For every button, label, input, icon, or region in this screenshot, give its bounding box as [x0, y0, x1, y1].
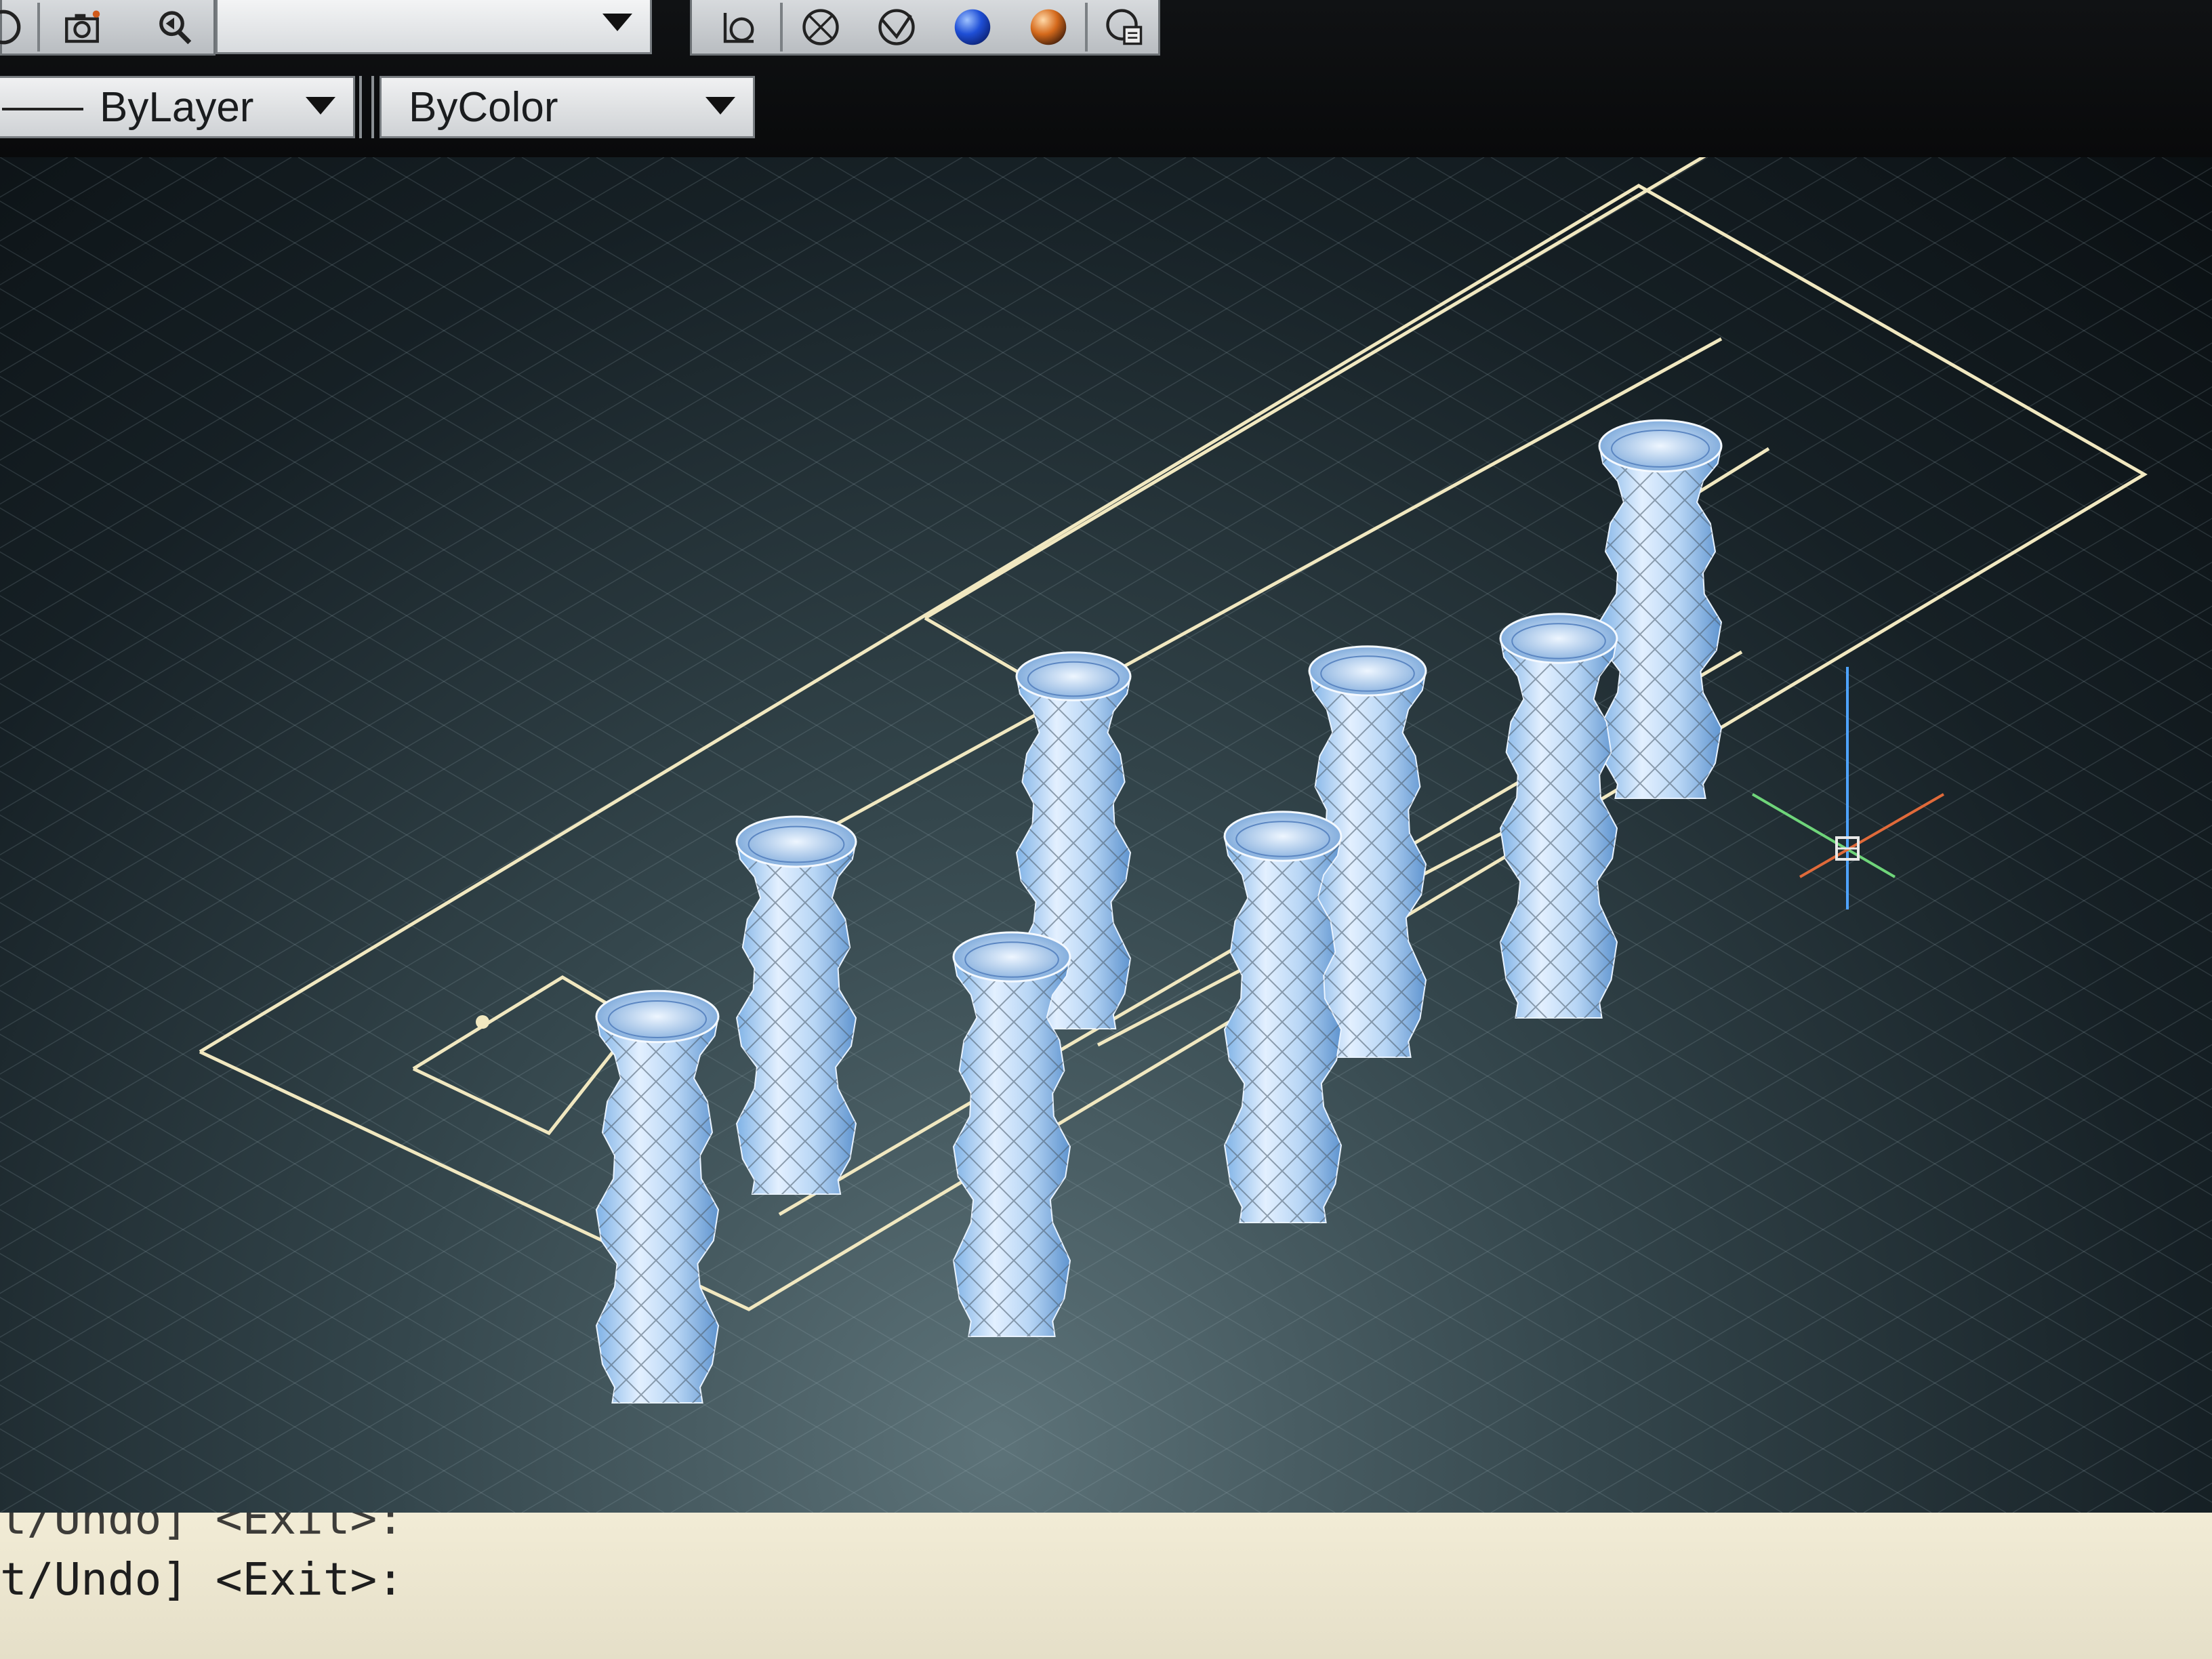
orbit-icon[interactable] — [0, 3, 30, 52]
grid-line — [2161, 1482, 2212, 1513]
linetype-dropdown[interactable]: ByLayer — [0, 76, 355, 138]
named-views-dropdown[interactable] — [216, 0, 652, 54]
grid-line — [148, 298, 2212, 1513]
grid-line — [1938, 157, 2212, 319]
grid-line — [670, 605, 2212, 1513]
grid-line — [0, 157, 441, 417]
grid-line — [1714, 157, 2212, 451]
baluster-top — [1499, 613, 1618, 664]
wireframe-sphere-icon[interactable] — [794, 3, 848, 52]
grid-line — [1788, 1263, 2212, 1513]
shaded-sphere-orange-icon[interactable] — [1021, 3, 1076, 52]
grid-line — [0, 157, 1038, 768]
grid-line — [0, 157, 292, 329]
chevron-down-icon[interactable] — [306, 97, 335, 115]
toolbar-separator — [1085, 3, 1088, 52]
grid-line — [0, 1428, 143, 1513]
zoom-pan-icon[interactable] — [147, 3, 201, 52]
baluster-hatch — [737, 842, 856, 1194]
grid-line — [2161, 157, 2212, 188]
grid-line — [74, 157, 2212, 1416]
grid-line — [1565, 1131, 2212, 1513]
wire-outline — [199, 184, 2148, 1311]
command-history-line: t/Undo] <Exit>: — [0, 1513, 405, 1544]
grid-line — [1639, 157, 2212, 495]
camera-icon[interactable] — [55, 3, 109, 52]
shaded-sphere-blue-icon[interactable] — [945, 3, 1000, 52]
baluster — [595, 989, 720, 1404]
view-toolbar — [0, 0, 216, 56]
plotstyle-dropdown[interactable]: ByColor — [380, 76, 755, 138]
grid-line — [223, 342, 2212, 1513]
grid-line — [670, 157, 2212, 1065]
wire-outline — [924, 616, 1031, 681]
grid-line — [0, 902, 1038, 1513]
baluster-top — [595, 989, 720, 1044]
grid-line — [0, 157, 143, 242]
grid-line — [1714, 1219, 2212, 1513]
grid-line — [223, 157, 2212, 1328]
chevron-down-icon[interactable] — [705, 97, 735, 115]
toolbar-grip[interactable] — [359, 76, 374, 138]
grid-line — [1043, 157, 2212, 845]
grid-line — [1565, 157, 2212, 539]
baluster-top — [735, 815, 857, 868]
grid-line — [148, 157, 2212, 1372]
plotstyle-value: ByColor — [409, 83, 558, 131]
toolbar-area: ByLayer ByColor — [0, 0, 2212, 157]
grid-line — [1863, 1307, 2212, 1513]
baluster — [1598, 419, 1723, 799]
linetype-sample — [2, 108, 83, 110]
toolbar-separator — [37, 3, 40, 52]
grid-line — [1863, 157, 2212, 363]
ucs-crosshair-icon — [1751, 667, 1944, 909]
baluster-top — [1308, 645, 1427, 697]
baluster-hatch — [1599, 446, 1721, 798]
baluster — [1223, 811, 1343, 1223]
grid-line — [2087, 1438, 2212, 1513]
baluster-hatch — [1500, 638, 1617, 1018]
command-line[interactable]: t/Undo] <Exit>: t/Undo] <Exit>: — [0, 1513, 2212, 1659]
ucs-icon[interactable] — [712, 3, 766, 52]
chevron-down-icon[interactable] — [602, 14, 632, 31]
grid-line — [1639, 1175, 2212, 1513]
baluster-top — [1223, 811, 1343, 862]
model-space-canvas[interactable] — [0, 157, 2212, 1513]
grid-line — [1788, 157, 2212, 407]
baluster — [1499, 613, 1618, 1019]
wire-outline — [412, 975, 640, 1136]
grid-line — [2087, 157, 2212, 232]
toolbar-separator — [780, 3, 783, 52]
grid-line — [1341, 1000, 2212, 1513]
grid-line — [1043, 825, 2212, 1513]
baluster-top — [1598, 419, 1723, 473]
grid-line — [0, 1252, 441, 1513]
grid-line — [74, 254, 2212, 1513]
grid-line — [0, 1165, 590, 1513]
baluster-hatch — [596, 1017, 718, 1403]
baluster-top — [952, 931, 1071, 983]
shading-toolbar — [690, 0, 1160, 56]
drawing-viewport[interactable] — [0, 157, 2212, 1513]
grid-line — [0, 157, 590, 505]
grid-line — [0, 1340, 292, 1513]
grip-point — [476, 1015, 489, 1029]
baluster — [952, 931, 1071, 1337]
wireframe-lines — [199, 157, 2148, 1311]
linetype-value: ByLayer — [100, 83, 254, 131]
grid-line — [1341, 157, 2212, 670]
baluster-top — [1015, 651, 1132, 701]
baluster — [735, 815, 857, 1195]
command-prompt-line: t/Undo] <Exit>: — [0, 1553, 405, 1605]
hidden-sphere-icon[interactable] — [869, 3, 924, 52]
grid-line — [1938, 1351, 2212, 1513]
sphere-settings-icon[interactable] — [1097, 3, 1151, 52]
